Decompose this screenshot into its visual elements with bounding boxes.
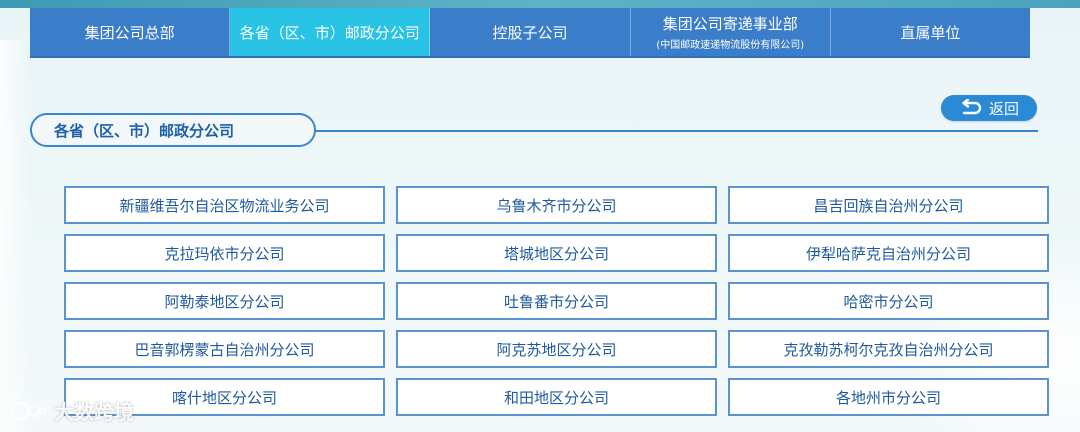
tab-express-delivery-division[interactable]: 集团公司寄递事业部 (中国邮政速递物流股份有限公司)	[631, 8, 831, 56]
branch-card[interactable]: 新疆维吾尔自治区物流业务公司	[64, 186, 385, 224]
branch-card[interactable]: 阿克苏地区分公司	[396, 330, 717, 368]
branch-name: 阿勒泰地区分公司	[164, 292, 285, 311]
return-arrow-icon	[962, 99, 982, 115]
branch-name: 和田地区分公司	[503, 388, 609, 407]
branch-name: 新疆维吾尔自治区物流业务公司	[119, 196, 330, 215]
tab-label: 各省（区、市）邮政分公司	[239, 23, 420, 42]
branch-name: 喀什地区分公司	[171, 388, 277, 407]
tab-label: 直属单位	[900, 23, 961, 42]
branch-name: 伊犁哈萨克自治州分公司	[805, 244, 971, 263]
branch-card[interactable]: 克拉玛依市分公司	[64, 234, 385, 272]
left-decor	[0, 40, 30, 432]
branch-card[interactable]: 和田地区分公司	[396, 378, 717, 416]
tab-label: 集团公司寄递事业部	[662, 15, 798, 33]
branch-name: 阿克苏地区分公司	[496, 340, 617, 359]
org-nav-tabs: 集团公司总部 各省（区、市）邮政分公司 控股子公司 集团公司寄递事业部 (中国邮…	[30, 8, 1030, 58]
branch-card[interactable]: 昌吉回族自治州分公司	[728, 186, 1049, 224]
branch-card[interactable]: 巴音郭楞蒙古自治州分公司	[64, 330, 385, 368]
tab-holding-subsidiaries[interactable]: 控股子公司	[430, 8, 631, 56]
tab-label: 集团公司总部	[84, 23, 175, 42]
branch-card[interactable]: 阿勒泰地区分公司	[64, 282, 385, 320]
back-button-label: 返回	[988, 99, 1019, 118]
section-title-text: 各省（区、市）邮政分公司	[54, 121, 235, 140]
watermark: 大数跨境	[10, 396, 134, 425]
tab-label: 控股子公司	[492, 23, 568, 42]
watermark-text: 大数跨境	[54, 400, 134, 424]
branch-name: 哈密市分公司	[843, 292, 934, 311]
tab-sublabel: (中国邮政速递物流股份有限公司)	[656, 40, 805, 51]
branch-card[interactable]: 伊犁哈萨克自治州分公司	[728, 234, 1049, 272]
branch-card[interactable]: 塔城地区分公司	[396, 234, 717, 272]
top-decor-strip	[0, 0, 1080, 8]
tab-provincial-branches[interactable]: 各省（区、市）邮政分公司	[230, 8, 431, 56]
branch-card[interactable]: 哈密市分公司	[728, 282, 1049, 320]
tab-directly-affiliated-units[interactable]: 直属单位	[831, 8, 1030, 56]
branch-card[interactable]: 乌鲁木齐市分公司	[396, 186, 717, 224]
branch-name: 吐鲁番市分公司	[503, 292, 609, 311]
branch-card[interactable]: 吐鲁番市分公司	[396, 282, 717, 320]
branch-name: 巴音郭楞蒙古自治州分公司	[134, 340, 315, 359]
tab-group-headquarters[interactable]: 集团公司总部	[30, 8, 231, 56]
branch-card[interactable]: 各地州市分公司	[728, 378, 1049, 416]
branch-name: 塔城地区分公司	[503, 244, 609, 263]
branch-name: 乌鲁木齐市分公司	[496, 196, 617, 215]
branch-name: 克拉玛依市分公司	[164, 244, 285, 263]
branch-name: 各地州市分公司	[835, 388, 941, 407]
branch-name: 昌吉回族自治州分公司	[813, 196, 964, 215]
branch-grid: 新疆维吾尔自治区物流业务公司 乌鲁木齐市分公司 昌吉回族自治州分公司 克拉玛依市…	[64, 186, 1049, 416]
branch-name: 克孜勒苏柯尔克孜自治州分公司	[783, 340, 994, 359]
watermark-logo-icon	[11, 401, 47, 420]
branch-card[interactable]: 克孜勒苏柯尔克孜自治州分公司	[728, 330, 1049, 368]
back-button[interactable]: 返回	[941, 95, 1037, 121]
section-title: 各省（区、市）邮政分公司	[30, 113, 316, 147]
